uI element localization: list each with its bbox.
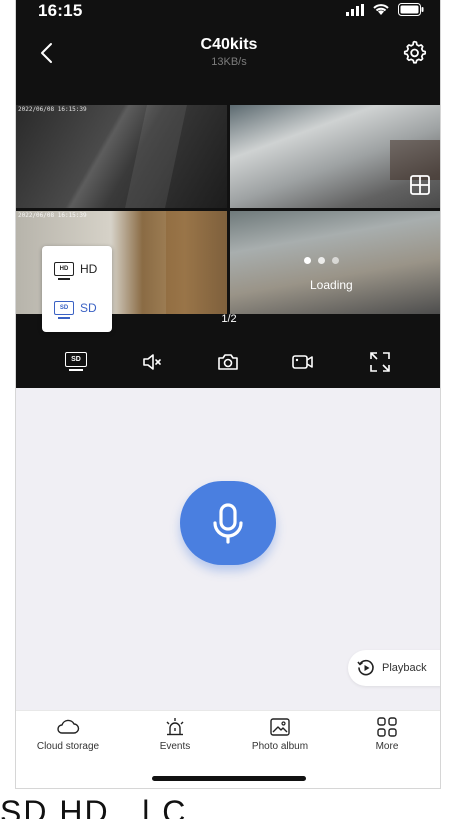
loading-spinner <box>230 257 440 264</box>
sd-icon: SD <box>65 352 87 371</box>
video-toolbar: SD <box>16 345 440 379</box>
tab-more[interactable]: More <box>337 717 437 752</box>
photo-icon <box>270 718 290 736</box>
app-screen: 16:15 C40kits 13KB/s 2022/06/08 16:15:39 <box>15 0 441 789</box>
tab-cloud-storage[interactable]: Cloud storage <box>18 717 118 752</box>
alarm-icon <box>166 718 184 736</box>
bottom-tab-bar: Cloud storage Events Photo album More <box>16 710 440 788</box>
mute-icon[interactable] <box>140 350 164 374</box>
camera-view-2[interactable] <box>230 105 440 208</box>
nav-bar: C40kits 13KB/s <box>16 28 440 84</box>
microphone-icon <box>213 503 243 544</box>
page-title: C40kits <box>200 36 258 53</box>
bitrate-label: 13KB/s <box>211 56 247 68</box>
playback-icon <box>357 659 374 676</box>
playback-label: Playback <box>382 662 427 674</box>
camera-view-4[interactable]: Loading <box>230 211 440 314</box>
quality-hd-label: HD <box>80 262 98 276</box>
settings-gear-icon[interactable] <box>402 40 428 66</box>
loading-label: Loading <box>310 278 353 292</box>
camera-timestamp: 2022/06/08 16:15:39 <box>18 106 87 113</box>
tab-photo-album[interactable]: Photo album <box>230 717 330 752</box>
battery-icon <box>398 3 424 16</box>
status-bar: 16:15 <box>16 0 440 26</box>
home-indicator <box>152 776 306 781</box>
camera-view-1[interactable]: 2022/06/08 16:15:39 <box>16 105 227 208</box>
signal-icon <box>346 3 364 16</box>
playback-button[interactable]: Playback <box>348 650 440 686</box>
cloud-icon <box>57 719 80 734</box>
tab-label: More <box>375 741 399 752</box>
video-record-icon[interactable] <box>291 350 315 374</box>
layout-grid-icon[interactable] <box>409 174 431 196</box>
fullscreen-icon[interactable] <box>368 350 392 374</box>
tab-label: Cloud storage <box>36 741 100 752</box>
hd-icon: HD <box>54 262 74 280</box>
caption-text: SD HD . l C <box>0 794 456 819</box>
grid-icon <box>377 717 397 737</box>
camera-timestamp: 2022/06/08 16:15:39 <box>18 212 87 219</box>
quality-option-hd[interactable]: HD HD <box>54 262 98 280</box>
status-icons <box>346 3 424 16</box>
tab-label: Photo album <box>251 741 309 752</box>
page-indicator: 1/2 <box>221 313 237 325</box>
status-time: 16:15 <box>38 1 83 20</box>
wifi-icon <box>373 4 389 15</box>
tab-label: Events <box>159 741 191 752</box>
video-area: 16:15 C40kits 13KB/s 2022/06/08 16:15:39 <box>16 0 440 388</box>
tab-events[interactable]: Events <box>125 717 225 752</box>
quality-toggle-button[interactable]: SD <box>65 350 89 374</box>
camera-snapshot-icon[interactable] <box>216 350 240 374</box>
talk-microphone-button[interactable] <box>180 481 276 565</box>
